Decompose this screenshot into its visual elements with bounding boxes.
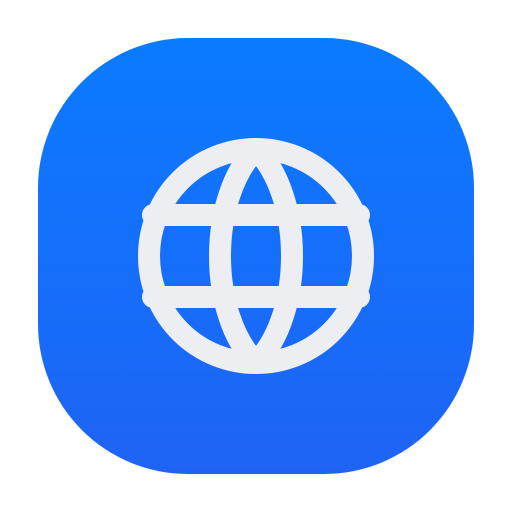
globe-app-icon[interactable] (38, 38, 474, 474)
icon-canvas (0, 0, 512, 512)
globe-icon (138, 138, 374, 374)
